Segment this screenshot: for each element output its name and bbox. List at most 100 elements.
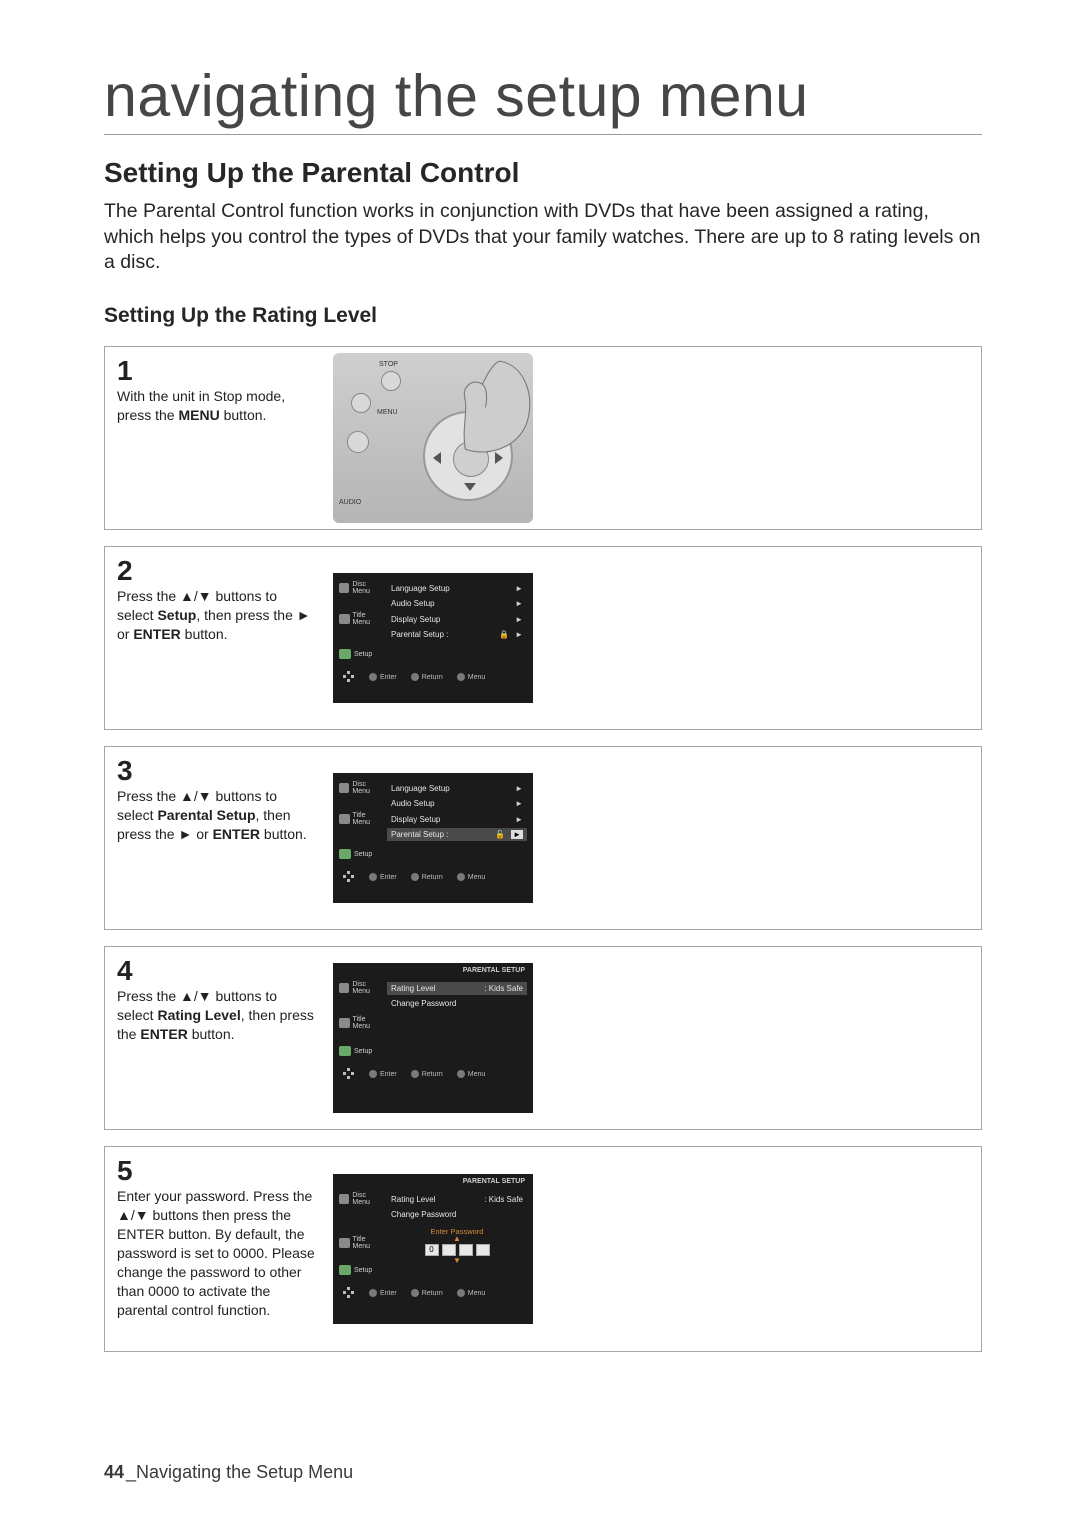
setup-icon: [339, 649, 351, 659]
tab-title-menu: Title Menu: [353, 612, 381, 626]
step-2-graphic: Disc Menu Language Setup► Audio Setup► T…: [325, 547, 981, 729]
osd-item-label: Parental Setup :: [391, 630, 448, 639]
osd-footer: Enter Return Menu: [339, 1287, 527, 1301]
title-menu-icon: [339, 814, 350, 824]
audio-label: AUDIO: [339, 499, 361, 506]
footer-return: Return: [411, 1289, 443, 1297]
submenu-arrow-icon: ►: [515, 599, 523, 608]
step-text: button.: [220, 407, 267, 423]
tab-setup: Setup: [354, 1048, 372, 1055]
osd-item-label: Parental Setup :: [391, 830, 448, 839]
footer-sep: _: [126, 1462, 136, 1482]
setup-icon: [339, 1265, 351, 1275]
submenu-arrow-icon: ►: [515, 615, 523, 624]
disc-menu-icon: [339, 783, 349, 793]
footer-return: Return: [411, 873, 443, 881]
step-number: 5: [117, 1157, 317, 1185]
osd-footer: Enter Return Menu: [339, 1068, 527, 1082]
step-number: 1: [117, 357, 317, 385]
osd-footer: Enter Return Menu: [339, 871, 527, 885]
submenu-arrow-icon: ►: [511, 830, 523, 839]
step-text: button.: [260, 826, 307, 842]
disc-menu-icon: [339, 983, 349, 993]
footer-enter: Enter: [369, 673, 397, 681]
step-number: 3: [117, 757, 317, 785]
osd-item-label: Change Password: [391, 1210, 456, 1219]
osd-item-value: : Kids Safe: [484, 984, 523, 993]
intro-paragraph: The Parental Control function works in c…: [104, 199, 982, 276]
chapter-title: navigating the setup menu: [104, 62, 982, 135]
osd-item-label: Audio Setup: [391, 799, 435, 808]
setup-icon: [339, 849, 351, 859]
footer-enter: Enter: [369, 1289, 397, 1297]
step-number: 4: [117, 957, 317, 985]
step-bold: ENTER: [133, 626, 180, 642]
osd-item-label: Display Setup: [391, 615, 440, 624]
step-number: 2: [117, 557, 317, 585]
step-bold: Parental Setup: [157, 807, 255, 823]
step-3-graphic: Disc Menu Language Setup► Audio Setup► T…: [325, 747, 981, 929]
submenu-arrow-icon: ►: [515, 799, 523, 808]
step-3-text: 3 Press the ▲/▼ buttons to select Parent…: [105, 747, 325, 929]
down-arrow-icon: ▼: [387, 1258, 527, 1264]
osd-item-label: Change Password: [391, 999, 456, 1008]
subheading: Setting Up the Rating Level: [104, 304, 982, 328]
section-title: Setting Up the Parental Control: [104, 157, 982, 189]
step-1: 1 With the unit in Stop mode, press the …: [104, 346, 982, 530]
step-bold: ENTER: [140, 1026, 187, 1042]
osd-breadcrumb: PARENTAL SETUP: [463, 967, 525, 974]
step-2-text: 2 Press the ▲/▼ buttons to select Setup,…: [105, 547, 325, 729]
manual-page: navigating the setup menu Setting Up the…: [0, 0, 1080, 1527]
step-bold: Rating Level: [157, 1007, 240, 1023]
osd-item-value: : Kids Safe: [484, 1195, 523, 1204]
osd-screen: Disc Menu Language Setup► Audio Setup► T…: [333, 573, 533, 703]
tab-disc-menu: Disc Menu: [352, 781, 381, 795]
osd-item-label: Display Setup: [391, 815, 440, 824]
osd-screen: PARENTAL SETUP Disc Menu Rating Level : K…: [333, 963, 533, 1113]
osd-item-label: Rating Level: [391, 1195, 435, 1204]
tab-disc-menu: Disc Menu: [352, 981, 381, 995]
step-text: button.: [181, 626, 228, 642]
nav-dots-icon: [343, 1068, 355, 1080]
osd-item-label: Audio Setup: [391, 599, 435, 608]
step-4-graphic: PARENTAL SETUP Disc Menu Rating Level : K…: [325, 947, 981, 1129]
osd-footer: Enter Return Menu: [339, 671, 527, 685]
step-4: 4 Press the ▲/▼ buttons to select Rating…: [104, 946, 982, 1130]
step-5-text: 5 Enter your password. Press the ▲/▼ but…: [105, 1147, 325, 1351]
dpad-down-icon: [464, 483, 476, 491]
step-4-text: 4 Press the ▲/▼ buttons to select Rating…: [105, 947, 325, 1129]
footer-enter: Enter: [369, 1070, 397, 1078]
submenu-arrow-icon: ►: [515, 815, 523, 824]
step-text: Enter your password. Press the ▲/▼ butto…: [117, 1188, 315, 1317]
page-footer: 44_Navigating the Setup Menu: [104, 1462, 353, 1483]
step-3: 3 Press the ▲/▼ buttons to select Parent…: [104, 746, 982, 930]
tab-title-menu: Title Menu: [353, 1236, 381, 1250]
page-number: 44: [104, 1462, 124, 1482]
unlock-icon: 🔓: [495, 830, 505, 839]
nav-dots-icon: [343, 671, 355, 683]
lock-icon: 🔒: [499, 630, 509, 639]
disc-menu-icon: [339, 583, 349, 593]
osd-screen: PARENTAL SETUP Disc Menu Rating Level: K…: [333, 1174, 533, 1324]
step-5: 5 Enter your password. Press the ▲/▼ but…: [104, 1146, 982, 1352]
remote-menu-button: [347, 431, 369, 453]
title-menu-icon: [339, 1238, 350, 1248]
submenu-arrow-icon: ►: [515, 584, 523, 593]
nav-dots-icon: [343, 871, 355, 883]
remote-stop-button: [381, 371, 401, 391]
footer-menu: Menu: [457, 673, 486, 681]
osd-item-label: Language Setup: [391, 584, 450, 593]
footer-menu: Menu: [457, 1070, 486, 1078]
password-digit: 0: [425, 1244, 439, 1256]
remote-prev-button: [351, 393, 371, 413]
tab-setup: Setup: [354, 1267, 372, 1274]
osd-item-label: Language Setup: [391, 784, 450, 793]
footer-return: Return: [411, 1070, 443, 1078]
setup-icon: [339, 1046, 351, 1056]
osd-breadcrumb: PARENTAL SETUP: [463, 1178, 525, 1185]
osd-item-label: Rating Level: [391, 984, 435, 993]
up-arrow-icon: ▲: [387, 1236, 527, 1242]
dpad-left-icon: [433, 452, 441, 464]
tab-setup: Setup: [354, 851, 372, 858]
password-digit: [476, 1244, 490, 1256]
